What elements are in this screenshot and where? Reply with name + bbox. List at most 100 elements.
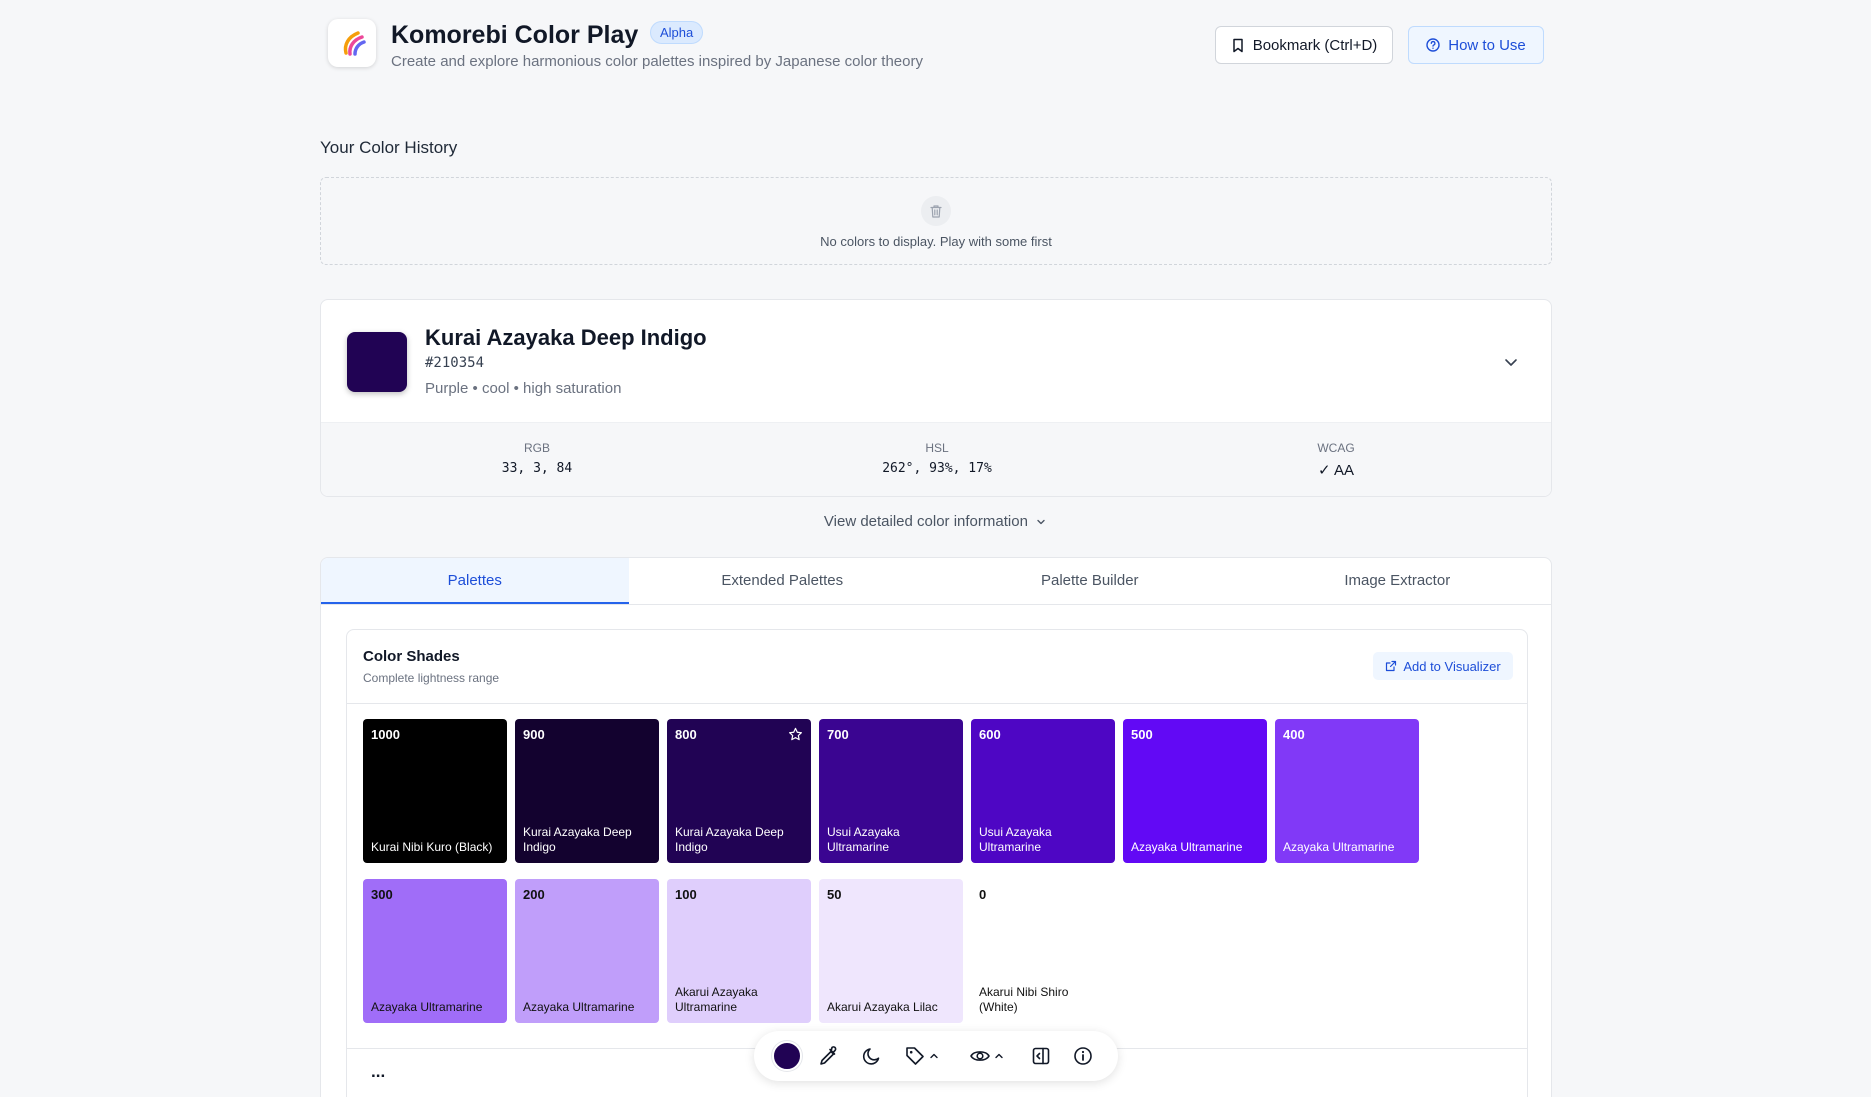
logo-icon <box>343 31 366 56</box>
tag-icon <box>906 1047 924 1065</box>
app-subtitle: Create and explore harmonious color pale… <box>391 53 923 70</box>
hsl-value: 262°, 93%, 17% <box>882 461 992 476</box>
more-options[interactable]: ... <box>371 1062 385 1082</box>
history-box: No colors to display. Play with some fir… <box>320 177 1552 265</box>
current-color-button[interactable] <box>772 1041 802 1071</box>
chevron-up-icon <box>995 1053 1003 1059</box>
shade-number: 50 <box>827 887 842 902</box>
tabs-panel: Palettes Extended Palettes Palette Build… <box>320 557 1552 1097</box>
shade-swatch[interactable]: 1000 Kurai Nibi Kuro (Black) <box>363 719 507 863</box>
trash-icon <box>930 204 942 218</box>
shade-swatch[interactable]: 300 Azayaka Ultramarine <box>363 879 507 1023</box>
view-detail-toggle[interactable]: View detailed color information <box>0 513 1871 530</box>
color-name: Kurai Azayaka Deep Indigo <box>425 325 707 350</box>
bookmark-button[interactable]: Bookmark (Ctrl+D) <box>1215 26 1393 64</box>
add-to-visualizer-button[interactable]: Add to Visualizer <box>1373 652 1513 680</box>
rgb-stat: RGB 33, 3, 84 <box>437 441 637 476</box>
shades-subtitle: Complete lightness range <box>363 671 500 685</box>
info-icon[interactable] <box>1072 1044 1094 1068</box>
tab-palette-builder[interactable]: Palette Builder <box>936 558 1244 604</box>
wcag-stat: WCAG ✓ AA <box>1236 441 1436 479</box>
color-stats: RGB 33, 3, 84 HSL 262°, 93%, 17% WCAG ✓ … <box>321 422 1551 496</box>
tab-image-extractor[interactable]: Image Extractor <box>1244 558 1552 604</box>
shade-swatch[interactable]: 50 Akarui Azayaka Lilac <box>819 879 963 1023</box>
shade-swatch[interactable]: 500 Azayaka Ultramarine <box>1123 719 1267 863</box>
shade-number: 400 <box>1283 727 1305 742</box>
color-hex: #210354 <box>425 355 485 371</box>
shades-divider <box>347 703 1527 704</box>
shade-name: Usui Azayaka Ultramarine <box>827 825 900 854</box>
shade-number: 600 <box>979 727 1001 742</box>
shade-swatch[interactable]: 100 Akarui Azayaka Ultramarine <box>667 879 811 1023</box>
shade-number: 200 <box>523 887 545 902</box>
app-logo <box>328 19 376 67</box>
wcag-value: ✓ AA <box>1318 462 1354 479</box>
eye-menu-button[interactable] <box>969 1044 1005 1068</box>
wcag-label: WCAG <box>1317 441 1355 455</box>
color-card: Kurai Azayaka Deep Indigo #210354 Purple… <box>320 299 1552 497</box>
shades-title: Color Shades <box>363 648 460 665</box>
color-shades-card: Color Shades Complete lightness range Ad… <box>346 629 1528 1097</box>
shade-swatch[interactable]: 400 Azayaka Ultramarine <box>1275 719 1419 863</box>
shade-number: 800 <box>675 727 697 742</box>
chevron-up-icon <box>930 1053 938 1059</box>
shade-number: 1000 <box>371 727 400 742</box>
eyedropper-icon[interactable] <box>817 1044 839 1068</box>
app-header: Komorebi Color Play Alpha Create and exp… <box>328 19 1544 75</box>
shade-name: Usui Azayaka Ultramarine <box>979 825 1052 854</box>
shade-swatch[interactable]: 700 Usui Azayaka Ultramarine <box>819 719 963 863</box>
shade-number: 900 <box>523 727 545 742</box>
shade-name: Azayaka Ultramarine <box>523 1000 635 1014</box>
external-link-icon <box>1386 660 1397 672</box>
shades-grid: 1000 Kurai Nibi Kuro (Black) 900 Kurai Azay… <box>363 719 1419 1023</box>
shade-swatch[interactable]: 900 Kurai Azayaka Deep Indigo <box>515 719 659 863</box>
panel-icon[interactable] <box>1030 1044 1052 1068</box>
star-icon[interactable] <box>788 727 803 742</box>
tab-extended-palettes[interactable]: Extended Palettes <box>629 558 937 604</box>
shade-swatch[interactable]: 600 Usui Azayaka Ultramarine <box>971 719 1115 863</box>
color-description: Purple • cool • high saturation <box>425 380 622 397</box>
hsl-stat: HSL 262°, 93%, 17% <box>837 441 1037 476</box>
shade-number: 100 <box>675 887 697 902</box>
history-title: Your Color History <box>320 138 458 157</box>
bookmark-icon <box>1232 38 1243 52</box>
alpha-badge: Alpha <box>650 21 704 44</box>
shade-number: 300 <box>371 887 393 902</box>
eye-icon <box>970 1051 990 1061</box>
shade-swatch[interactable]: 800 Kurai Azayaka Deep Indigo <box>667 719 811 863</box>
app-title: Komorebi Color Play <box>391 21 639 49</box>
shade-name: Azayaka Ultramarine <box>1283 840 1395 854</box>
history-empty-text: No colors to display. Play with some fir… <box>820 234 1052 249</box>
tab-palettes[interactable]: Palettes <box>321 558 629 604</box>
shade-name: Azayaka Ultramarine <box>1131 840 1243 854</box>
view-detail-label: View detailed color information <box>823 513 1028 530</box>
bookmark-label: Bookmark (Ctrl+D) <box>1252 36 1378 54</box>
how-to-use-button[interactable]: How to Use <box>1408 26 1544 64</box>
shade-name: Kurai Azayaka Deep Indigo <box>675 825 784 854</box>
chevron-down-icon <box>1037 519 1045 525</box>
shade-number: 0 <box>979 887 987 902</box>
moon-icon[interactable] <box>861 1044 883 1068</box>
shade-name: Azayaka Ultramarine <box>371 1000 483 1014</box>
shade-name: Akarui Azayaka Ultramarine <box>675 985 758 1014</box>
shade-swatch[interactable]: 200 Azayaka Ultramarine <box>515 879 659 1023</box>
help-icon <box>1426 38 1440 52</box>
how-to-use-label: How to Use <box>1448 36 1526 54</box>
tab-bar: Palettes Extended Palettes Palette Build… <box>321 558 1551 605</box>
rgb-label: RGB <box>523 441 550 455</box>
shade-number: 500 <box>1131 727 1153 742</box>
tag-menu-button[interactable] <box>904 1044 940 1068</box>
shade-name: Kurai Azayaka Deep Indigo <box>523 825 632 854</box>
shade-name: Akarui Nibi Shiro (White) <box>979 985 1069 1014</box>
shade-number: 700 <box>827 727 849 742</box>
rgb-value: 33, 3, 84 <box>501 461 573 476</box>
add-to-visualizer-label: Add to Visualizer <box>1403 658 1501 674</box>
expand-chevron-icon[interactable] <box>1501 352 1521 372</box>
shade-name: Kurai Nibi Kuro (Black) <box>371 840 493 854</box>
shade-swatch[interactable]: 0 Akarui Nibi Shiro (White) <box>971 879 1115 1023</box>
floating-toolbar <box>754 1031 1118 1081</box>
current-color-swatch[interactable] <box>347 332 407 392</box>
shade-name: Akarui Azayaka Lilac <box>827 1000 938 1014</box>
history-icon-wrap <box>921 196 951 226</box>
hsl-label: HSL <box>925 441 949 455</box>
